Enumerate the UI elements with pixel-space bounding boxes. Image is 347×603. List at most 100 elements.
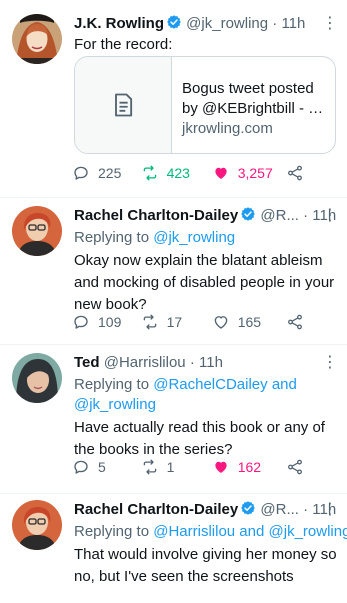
mention-link[interactable]: @Harrislilou <box>153 523 235 540</box>
replying-to-label: Replying to <box>74 523 154 540</box>
tweet-text: That would involve giving her money so n… <box>74 544 337 588</box>
reply-button[interactable]: 5 <box>72 458 141 476</box>
reply-button[interactable]: 109 <box>72 313 141 331</box>
tweet-2[interactable]: Rachel Charlton-Dailey @R... · 11h Reply… <box>0 198 347 345</box>
retweet-icon <box>141 458 159 476</box>
like-button[interactable]: 162 <box>212 458 286 476</box>
reply-icon <box>72 164 90 182</box>
verified-badge-icon <box>240 500 256 516</box>
mention-link[interactable]: @jk_rowling <box>153 229 235 246</box>
mention-link[interactable]: @jk_rowling <box>74 396 156 413</box>
reply-count: 225 <box>98 165 122 181</box>
mention-link[interactable]: @jk_rowling <box>269 523 347 540</box>
separator: · <box>189 354 195 371</box>
display-name[interactable]: Rachel Charlton-Dailey <box>74 207 238 224</box>
avatar[interactable] <box>12 14 62 64</box>
handle[interactable]: @Harrislilou <box>104 354 186 371</box>
avatar-image <box>12 206 62 256</box>
display-name[interactable]: Rachel Charlton-Dailey <box>74 501 238 518</box>
avatar-image <box>12 500 62 550</box>
replying-to-label: Replying to <box>74 229 154 246</box>
like-button[interactable]: 3,257 <box>212 164 286 182</box>
more-options-icon[interactable]: ⋮ <box>322 16 338 32</box>
more-options-icon[interactable]: ⋮ <box>322 355 338 371</box>
share-button[interactable] <box>286 164 312 182</box>
retweet-count: 17 <box>166 314 183 330</box>
reply-icon <box>72 458 90 476</box>
tweet-header: Ted @Harrislilou · 11h <box>74 353 337 373</box>
mention-link[interactable]: @RachelCDailey <box>153 376 267 393</box>
like-count: 165 <box>237 314 262 330</box>
tweet-text: Okay now explain the blatant ableism and… <box>74 250 337 316</box>
like-count: 162 <box>237 459 262 475</box>
handle[interactable]: @R... <box>260 207 299 224</box>
reply-count: 109 <box>98 314 122 330</box>
avatar[interactable] <box>12 353 62 403</box>
verified-badge-icon <box>166 14 182 30</box>
handle[interactable]: @R... <box>260 501 299 518</box>
tweet-3[interactable]: Ted @Harrislilou · 11h Replying to @Rach… <box>0 345 347 494</box>
share-icon <box>286 313 304 331</box>
replying-and: and <box>267 376 297 393</box>
like-count: 3,257 <box>237 165 273 181</box>
more-options-icon[interactable]: ⋮ <box>322 502 338 518</box>
display-name[interactable]: J.K. Rowling <box>74 15 164 32</box>
action-bar: 109 17 165 <box>72 311 312 333</box>
handle[interactable]: @jk_rowling <box>186 15 268 32</box>
tweet-text-line: Have actually read this book or any of <box>74 419 325 436</box>
card-title-line-2: by @KEBrightbill - J... <box>182 100 327 117</box>
heart-filled-icon <box>212 164 230 182</box>
replying-and: and <box>235 523 269 540</box>
verified-badge-icon <box>240 206 256 222</box>
card-text: Bogus tweet posted by @KEBrightbill - J.… <box>182 79 327 139</box>
display-name[interactable]: Ted <box>74 354 100 371</box>
reply-count: 5 <box>98 459 106 475</box>
timestamp[interactable]: 11h <box>281 15 305 32</box>
reply-icon <box>72 313 90 331</box>
heart-outline-icon <box>212 313 230 331</box>
tweet-text: For the record: <box>74 36 173 53</box>
tweet-header: Rachel Charlton-Dailey @R... · 11h <box>74 500 337 520</box>
action-bar: 225 423 3,257 <box>72 162 312 184</box>
retweet-count: 423 <box>166 165 190 181</box>
link-card[interactable]: Bogus tweet posted by @KEBrightbill - J.… <box>74 56 336 154</box>
document-icon <box>115 93 133 117</box>
tweet-1[interactable]: J.K. Rowling @jk_rowling · 11h For the r… <box>0 0 347 198</box>
avatar-image <box>12 353 62 403</box>
action-bar: 5 1 162 <box>72 456 312 478</box>
tweet-text-line: no, but I've seen the screenshots <box>74 568 294 585</box>
separator: · <box>303 501 309 518</box>
card-thumbnail <box>75 57 172 153</box>
tweet-text-line: That would involve giving her money so <box>74 546 337 563</box>
separator: · <box>303 207 309 224</box>
tweet-text: Have actually read this book or any of t… <box>74 417 337 461</box>
heart-filled-icon <box>212 458 230 476</box>
retweet-icon <box>141 164 159 182</box>
tweet-text-line: and mocking of disabled people in your <box>74 274 335 291</box>
tweet-4[interactable]: Rachel Charlton-Dailey @R... · 11h Reply… <box>0 494 347 603</box>
share-icon <box>286 458 304 476</box>
tweet-header: Rachel Charlton-Dailey @R... · 11h <box>74 206 337 226</box>
retweet-icon <box>141 313 159 331</box>
tweet-text-line: Okay now explain the blatant ableism <box>74 252 323 269</box>
timestamp[interactable]: 11h <box>199 354 223 371</box>
share-button[interactable] <box>286 458 312 476</box>
retweet-button[interactable]: 1 <box>141 458 198 476</box>
tweet-header: J.K. Rowling @jk_rowling · 11h <box>74 14 337 34</box>
replying-to-label: Replying to <box>74 376 154 393</box>
avatar[interactable] <box>12 206 62 256</box>
like-button[interactable]: 165 <box>212 313 286 331</box>
retweet-count: 1 <box>166 459 175 475</box>
share-button[interactable] <box>286 313 312 331</box>
avatar[interactable] <box>12 500 62 550</box>
replying-to: Replying to @jk_rowling <box>74 228 337 248</box>
avatar-image <box>12 14 62 64</box>
reply-button[interactable]: 225 <box>72 164 141 182</box>
separator: · <box>272 15 278 32</box>
replying-to: Replying to @Harrislilou and @jk_rowling <box>74 522 347 542</box>
share-icon <box>286 164 304 182</box>
more-options-icon[interactable]: ⋮ <box>322 208 338 224</box>
replying-to: Replying to @RachelCDailey and @jk_rowli… <box>74 375 337 415</box>
retweet-button[interactable]: 423 <box>141 164 198 182</box>
retweet-button[interactable]: 17 <box>141 313 198 331</box>
